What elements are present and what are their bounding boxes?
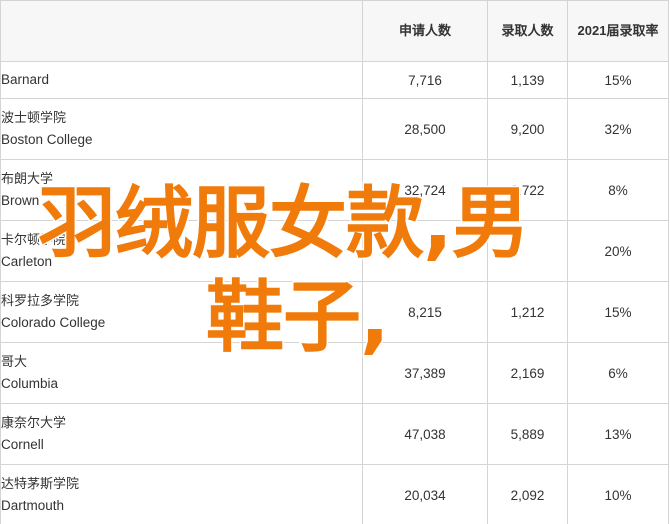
rate-cell: 6% xyxy=(567,342,669,404)
school-name-en: Cornell xyxy=(1,437,44,452)
school-cell: 哥大 Columbia xyxy=(0,342,363,404)
admitted-cell: 2,722 xyxy=(487,159,568,221)
header-rate: 2021届录取率 xyxy=(567,0,669,62)
table-row: 哥大 Columbia 37,389 2,169 6% xyxy=(0,342,669,404)
school-name-cn: 科罗拉多学院 xyxy=(1,293,80,308)
table-row: 布朗大学 Brown 32,724 2,722 8% xyxy=(0,159,669,221)
applicants-cell: 32,724 xyxy=(362,159,488,221)
school-cell: 波士顿学院 Boston College xyxy=(0,98,363,160)
admitted-cell: 2,092 xyxy=(487,464,568,524)
applicants-cell: 28,500 xyxy=(362,98,488,160)
rate-cell: 15% xyxy=(567,281,669,343)
rate-cell: 20% xyxy=(567,220,669,282)
table-row: 波士顿学院 Boston College 28,500 9,200 32% xyxy=(0,98,669,160)
applicants-cell: 37,389 xyxy=(362,342,488,404)
rate-cell: 13% xyxy=(567,403,669,465)
school-name-cn: 康奈尔大学 xyxy=(1,415,67,430)
school-cell: 康奈尔大学 Cornell xyxy=(0,403,363,465)
school-cell: 卡尔顿学院 Carleton xyxy=(0,220,363,282)
rate-cell: 15% xyxy=(567,61,669,99)
admitted-cell: 5,889 xyxy=(487,403,568,465)
applicants-cell: 20,034 xyxy=(362,464,488,524)
table-row: Barnard 7,716 1,139 15% xyxy=(0,61,669,99)
school-cell: Barnard xyxy=(0,61,363,99)
applicants-cell: 47,038 xyxy=(362,403,488,465)
table-row: 卡尔顿学院 Carleton 20% xyxy=(0,220,669,282)
table-row: 康奈尔大学 Cornell 47,038 5,889 13% xyxy=(0,403,669,465)
applicants-cell xyxy=(362,220,488,282)
table-row: 科罗拉多学院 Colorado College 8,215 1,212 15% xyxy=(0,281,669,343)
admitted-cell xyxy=(487,220,568,282)
admitted-cell: 1,139 xyxy=(487,61,568,99)
school-cell: 科罗拉多学院 Colorado College xyxy=(0,281,363,343)
admissions-table: 申请人数 录取人数 2021届录取率 Barnard 7,716 1,139 1… xyxy=(0,0,669,524)
header-school xyxy=(0,0,363,62)
admitted-cell: 9,200 xyxy=(487,98,568,160)
rate-cell: 8% xyxy=(567,159,669,221)
school-name-en: Dartmouth xyxy=(1,498,65,513)
admitted-cell: 1,212 xyxy=(487,281,568,343)
header-applicants: 申请人数 xyxy=(362,0,488,62)
applicants-cell: 8,215 xyxy=(362,281,488,343)
school-name-en: Boston College xyxy=(1,132,93,147)
school-name-en: Colorado College xyxy=(1,315,106,330)
school-name-cn: 达特茅斯学院 xyxy=(1,476,80,491)
school-name-cn: 布朗大学 xyxy=(1,171,54,186)
screenshot-stage: 申请人数 录取人数 2021届录取率 Barnard 7,716 1,139 1… xyxy=(0,0,670,524)
school-name-en: Carleton xyxy=(1,254,53,269)
header-admitted: 录取人数 xyxy=(487,0,568,62)
rate-cell: 32% xyxy=(567,98,669,160)
school-name-cn: 波士顿学院 xyxy=(1,110,67,125)
school-cell: 达特茅斯学院 Dartmouth xyxy=(0,464,363,524)
applicants-cell: 7,716 xyxy=(362,61,488,99)
admitted-cell: 2,169 xyxy=(487,342,568,404)
school-name-en: Columbia xyxy=(1,376,59,391)
rate-cell: 10% xyxy=(567,464,669,524)
table-row: 达特茅斯学院 Dartmouth 20,034 2,092 10% xyxy=(0,464,669,524)
school-name-cn: 卡尔顿学院 xyxy=(1,232,67,247)
school-name-en: Brown xyxy=(1,193,40,208)
school-name-cn: 哥大 xyxy=(1,354,28,369)
school-cell: 布朗大学 Brown xyxy=(0,159,363,221)
table-header-row: 申请人数 录取人数 2021届录取率 xyxy=(0,0,669,62)
school-name-en: Barnard xyxy=(1,72,50,87)
